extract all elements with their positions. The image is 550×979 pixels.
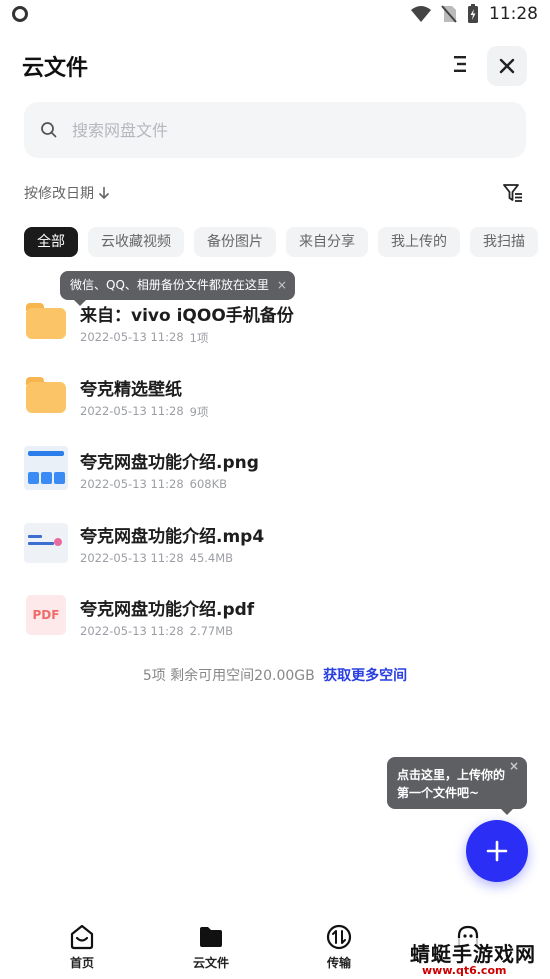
folder-icon bbox=[24, 299, 68, 343]
upload-tooltip-line2: 第一个文件吧~ bbox=[397, 786, 480, 800]
file-info: 1项 bbox=[189, 331, 209, 345]
storage-info: 5项 剩余可用空间20.00GB 获取更多空间 bbox=[0, 665, 550, 685]
header: 云文件 bbox=[0, 40, 550, 92]
folder-icon bbox=[24, 373, 68, 417]
file-info: 2.77MB bbox=[189, 624, 234, 638]
list-item[interactable]: 夸克精选壁纸 2022-05-13 11:28 9项 bbox=[0, 360, 550, 434]
nav-label-cloud-files: 云文件 bbox=[192, 956, 229, 970]
tooltip-close-icon[interactable]: × bbox=[509, 757, 519, 775]
battery-icon bbox=[468, 4, 478, 23]
status-bar: 11:28 bbox=[0, 0, 550, 30]
file-meta: 2022-05-13 11:28 9项 bbox=[80, 404, 208, 420]
file-info: 9项 bbox=[189, 404, 209, 419]
close-icon bbox=[499, 58, 515, 74]
home-icon bbox=[67, 922, 97, 952]
sort-label: 按修改日期 bbox=[24, 186, 94, 202]
chip-my-uploads[interactable]: 我上传的 bbox=[378, 227, 460, 257]
list-item[interactable]: PDF 夸克网盘功能介绍.pdf 2022-05-13 11:28 2.77MB bbox=[0, 580, 550, 654]
video-thumbnail bbox=[24, 520, 68, 564]
nav-label-home: 首页 bbox=[69, 956, 94, 970]
file-date: 2022-05-13 11:28 bbox=[80, 624, 184, 638]
file-date: 2022-05-13 11:28 bbox=[80, 550, 184, 565]
pdf-thumb-label: PDF bbox=[26, 595, 66, 635]
arrow-down-icon bbox=[98, 187, 110, 200]
chip-my-scans[interactable]: 我扫描 bbox=[470, 227, 538, 257]
search-icon bbox=[40, 121, 58, 139]
close-button[interactable] bbox=[487, 46, 527, 86]
transfer-icon bbox=[324, 922, 354, 952]
image-thumbnail bbox=[24, 446, 68, 490]
file-meta: 2022-05-13 11:28 2.77MB bbox=[80, 624, 233, 638]
nav-transfer[interactable]: 传输 bbox=[299, 922, 379, 971]
filter-icon bbox=[503, 184, 522, 202]
file-info: 608KB bbox=[189, 477, 228, 491]
pdf-icon: PDF bbox=[24, 593, 68, 637]
nav-home[interactable]: 首页 bbox=[42, 922, 122, 971]
chip-cloud-videos[interactable]: 云收藏视频 bbox=[88, 227, 184, 257]
filter-button[interactable] bbox=[500, 180, 526, 206]
watermark-name: 蜻蜓手游戏网 bbox=[410, 942, 536, 966]
category-chips: 全部 云收藏视频 备份图片 来自分享 我上传的 我扫描 bbox=[24, 227, 550, 257]
site-watermark: 蜻蜓手游戏网 www.qt6.com bbox=[404, 938, 550, 979]
chip-from-shares[interactable]: 来自分享 bbox=[286, 227, 368, 257]
sort-row: 按修改日期 bbox=[24, 180, 526, 206]
app-notification-icon bbox=[12, 6, 28, 22]
file-meta: 2022-05-13 11:28 45.4MB bbox=[80, 551, 233, 565]
cloud-folder-icon bbox=[196, 922, 226, 952]
no-sim-icon bbox=[441, 5, 457, 23]
upload-tooltip-line1: 点击这里，上传你的 bbox=[397, 768, 506, 782]
backup-tooltip-text: 微信、QQ、相册备份文件都放在这里 bbox=[70, 278, 269, 292]
file-name: 夸克网盘功能介绍.pdf bbox=[80, 600, 255, 620]
plus-icon bbox=[486, 840, 508, 862]
file-name: 来自：vivo iQOO手机备份 bbox=[80, 306, 294, 326]
chip-all[interactable]: 全部 bbox=[24, 227, 78, 257]
wifi-icon bbox=[411, 6, 431, 22]
backup-tooltip: 微信、QQ、相册备份文件都放在这里 × bbox=[60, 271, 295, 306]
search-input[interactable] bbox=[72, 120, 492, 140]
watermark-url: www.qt6.com bbox=[422, 964, 507, 977]
tooltip-close-icon[interactable]: × bbox=[277, 271, 287, 300]
nav-label-transfer: 传输 bbox=[326, 956, 351, 970]
upload-tooltip: 点击这里，上传你的 第一个文件吧~ × bbox=[387, 757, 527, 815]
sort-by-date-button[interactable]: 按修改日期 bbox=[24, 183, 110, 203]
storage-text: 5项 剩余可用空间20.00GB bbox=[142, 668, 315, 684]
get-more-space-link[interactable]: 获取更多空间 bbox=[323, 668, 407, 684]
add-upload-button[interactable] bbox=[466, 820, 528, 882]
file-name: 夸克网盘功能介绍.png bbox=[80, 453, 259, 473]
file-date: 2022-05-13 11:28 bbox=[80, 330, 184, 344]
search-box[interactable] bbox=[24, 102, 526, 158]
file-list: 来自：vivo iQOO手机备份 2022-05-13 11:28 1项 夸克精… bbox=[0, 286, 550, 654]
file-info: 45.4MB bbox=[189, 550, 234, 565]
list-menu-button[interactable] bbox=[446, 50, 474, 78]
page-title: 云文件 bbox=[22, 56, 89, 81]
list-menu-icon bbox=[454, 56, 466, 72]
file-name: 夸克精选壁纸 bbox=[80, 379, 182, 400]
file-date: 2022-05-13 11:28 bbox=[80, 403, 184, 418]
file-meta: 2022-05-13 11:28 1项 bbox=[80, 330, 208, 346]
file-name: 夸克网盘功能介绍.mp4 bbox=[80, 526, 265, 547]
list-item[interactable]: 夸克网盘功能介绍.png 2022-05-13 11:28 608KB bbox=[0, 433, 550, 507]
file-meta: 2022-05-13 11:28 608KB bbox=[80, 477, 227, 491]
list-item[interactable]: 夸克网盘功能介绍.mp4 2022-05-13 11:28 45.4MB bbox=[0, 507, 550, 581]
status-right: 11:28 bbox=[411, 4, 538, 24]
status-time: 11:28 bbox=[489, 4, 538, 24]
file-date: 2022-05-13 11:28 bbox=[80, 477, 184, 491]
chip-backup-photos[interactable]: 备份图片 bbox=[194, 227, 276, 257]
nav-cloud-files[interactable]: 云文件 bbox=[171, 922, 251, 971]
